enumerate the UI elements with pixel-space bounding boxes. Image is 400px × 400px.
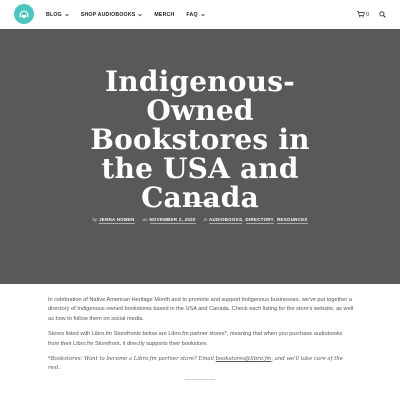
site-logo[interactable]	[14, 4, 34, 24]
page-title: Indigenous-Owned Bookstores in the USA a…	[90, 65, 310, 214]
intro-paragraph: In celebration of Native American Herita…	[48, 297, 354, 322]
header-actions: 0	[357, 0, 386, 29]
partner-note: *Bookstores: Want to become a Libro.fm p…	[48, 355, 354, 374]
nav-item-blog[interactable]: BLOG	[46, 12, 69, 18]
search-icon	[379, 11, 386, 18]
nav-item-label: SHOP AUDIOBOOKS	[80, 11, 136, 18]
date-link[interactable]: NOVEMBER 2, 2020	[149, 217, 196, 224]
nav-item-faq[interactable]: FAQ	[186, 11, 205, 18]
chevron-down-icon	[200, 13, 205, 16]
nav-item-label: MERCH	[154, 11, 175, 18]
note-text: *Bookstores: Want to become a Libro.fm p…	[48, 356, 216, 363]
article-body: In celebration of Native American Herita…	[48, 296, 354, 380]
nav-item-shop-audiobooks[interactable]: SHOP AUDIOBOOKS	[81, 12, 143, 18]
chevron-down-icon	[138, 13, 143, 16]
by-label: by	[92, 217, 98, 222]
on-label: on	[142, 217, 148, 222]
headphones-book-icon	[19, 10, 29, 19]
site-header: BLOG SHOP AUDIOBOOKS MERCH FAQ 0	[0, 0, 400, 29]
content-divider	[185, 379, 215, 380]
nav-item-label: FAQ	[186, 11, 198, 18]
post-meta: by JENNA HOMEN on NOVEMBER 2, 2020 in AU…	[92, 217, 308, 224]
cart-button[interactable]: 0	[357, 11, 369, 18]
nav-item-merch[interactable]: MERCH	[154, 12, 174, 18]
cart-icon	[357, 11, 365, 18]
search-button[interactable]	[379, 11, 386, 18]
chevron-down-icon	[65, 13, 69, 16]
storefront-paragraph: Stores listed with Libro.fm Storefronts …	[48, 331, 343, 347]
title-divider	[185, 202, 215, 203]
cart-count: 0	[366, 11, 369, 18]
nav-item-label: BLOG	[46, 11, 62, 18]
category-link-directory[interactable]: DIRECTORY	[245, 217, 274, 224]
hero-banner: Indigenous-Owned Bookstores in the USA a…	[0, 29, 400, 284]
email-link[interactable]: bookstores@libro.fm	[216, 356, 272, 362]
in-label: in	[203, 217, 208, 222]
main-nav: BLOG SHOP AUDIOBOOKS MERCH FAQ	[46, 0, 217, 29]
category-link-audiobooks[interactable]: AUDIOBOOKS	[209, 217, 243, 224]
author-link[interactable]: JENNA HOMEN	[99, 217, 135, 224]
category-link-resources[interactable]: RESOURCES	[277, 217, 308, 224]
